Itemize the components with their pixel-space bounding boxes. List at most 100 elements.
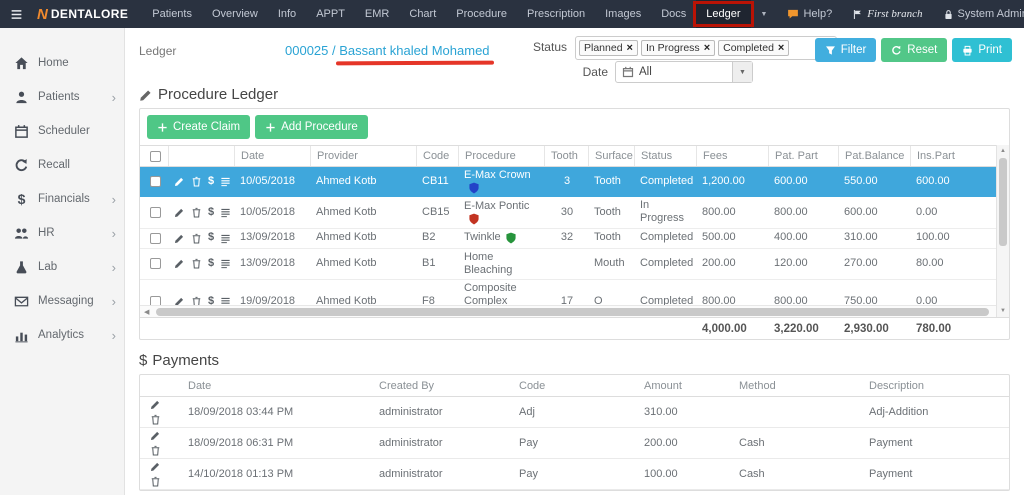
total-pat-balance: 2,930.00 [838, 323, 910, 335]
sidebar-toggle-icon[interactable] [0, 0, 33, 28]
delete-icon[interactable] [191, 176, 202, 188]
cell-provider: Ahmed Kotb [310, 204, 416, 221]
nav-item-overview[interactable]: Overview [202, 0, 268, 28]
cell-code: B1 [416, 255, 458, 272]
payment-icon[interactable]: $ [208, 206, 214, 218]
delete-icon[interactable] [191, 258, 202, 270]
row-checkbox[interactable] [150, 207, 161, 218]
reset-button[interactable]: Reset [881, 38, 947, 62]
nav-item-info[interactable]: Info [268, 0, 306, 28]
table-row[interactable]: $ 19/09/2018 Ahmed Kotb F8 Composite Com… [140, 280, 1009, 305]
sidebar-item-hr[interactable]: HR› [0, 216, 124, 250]
edit-icon[interactable] [174, 258, 185, 270]
sidebar-item-financials[interactable]: $Financials› [0, 182, 124, 216]
scroll-left-icon[interactable]: ◀ [144, 308, 149, 316]
nav-item-procedure[interactable]: Procedure [446, 0, 517, 28]
edit-icon[interactable] [149, 399, 161, 411]
nav-item-chart[interactable]: Chart [399, 0, 446, 28]
remove-tag-icon[interactable]: × [627, 43, 633, 54]
table-row[interactable]: $ 10/05/2018 Ahmed Kotb CB15 E-Max Ponti… [140, 197, 1009, 228]
payment-icon[interactable]: $ [208, 176, 214, 188]
payment-icon[interactable]: $ [208, 258, 214, 270]
edit-icon[interactable] [149, 461, 161, 473]
user-menu[interactable]: System Administrator▼ [933, 0, 1024, 28]
create-claim-button[interactable]: Create Claim [147, 115, 250, 139]
table-row[interactable]: $ 13/09/2018 Ahmed Kotb B1 Home Bleachin… [140, 249, 1009, 280]
nav-item-images[interactable]: Images [595, 0, 651, 28]
details-icon[interactable] [220, 295, 231, 305]
cell-date: 13/09/2018 [234, 255, 310, 272]
table-row[interactable]: $ 10/05/2018 Ahmed Kotb CB11 E-Max Crown… [140, 167, 1009, 197]
scroll-down-icon[interactable]: ▼ [997, 308, 1009, 314]
status-tag-completed[interactable]: Completed× [718, 40, 789, 56]
select-all-checkbox[interactable] [150, 151, 161, 162]
print-button[interactable]: Print [952, 38, 1012, 62]
nav-item-emr[interactable]: EMR [355, 0, 399, 28]
edit-icon[interactable] [174, 206, 185, 218]
column-header-pat-balance: Pat.Balance [838, 146, 910, 166]
delete-icon[interactable] [149, 476, 161, 488]
column-header-code: Code [416, 146, 458, 166]
payment-icon[interactable]: $ [208, 232, 214, 244]
column-header-description: Description [865, 375, 1009, 396]
horizontal-scroll-thumb[interactable] [156, 308, 989, 316]
details-icon[interactable] [220, 258, 231, 270]
status-filter-input[interactable]: Planned× In Progress× Completed× [575, 36, 837, 60]
date-filter-select[interactable]: All ▼ [615, 61, 753, 83]
help-menu[interactable]: Help? [777, 0, 842, 28]
edit-icon[interactable] [174, 232, 185, 244]
row-checkbox[interactable] [150, 258, 161, 269]
edit-icon[interactable] [149, 430, 161, 442]
nav-item-ledger[interactable]: Ledger [696, 0, 750, 28]
nav-item-appt[interactable]: APPT [306, 0, 355, 28]
remove-tag-icon[interactable]: × [778, 43, 784, 54]
delete-icon[interactable] [149, 414, 161, 426]
sidebar-item-label: Scheduler [38, 125, 90, 137]
nav-item-patients[interactable]: Patients [142, 0, 202, 28]
details-icon[interactable] [220, 176, 231, 188]
sidebar-item-scheduler[interactable]: Scheduler [0, 114, 124, 148]
edit-icon[interactable] [174, 295, 185, 305]
row-checkbox[interactable] [150, 296, 161, 305]
scroll-up-icon[interactable]: ▲ [997, 148, 1009, 154]
sidebar-item-lab[interactable]: Lab› [0, 250, 124, 284]
cell-provider: Ahmed Kotb [310, 229, 416, 246]
edit-icon[interactable] [174, 176, 185, 188]
sidebar-item-patients[interactable]: Patients› [0, 80, 124, 114]
details-icon[interactable] [220, 206, 231, 218]
details-icon[interactable] [220, 232, 231, 244]
remove-tag-icon[interactable]: × [704, 43, 710, 54]
row-checkbox[interactable] [150, 233, 161, 244]
filter-button[interactable]: Filter [815, 38, 877, 62]
nav-item-prescription[interactable]: Prescription [517, 0, 595, 28]
chevron-down-icon[interactable]: ▼ [732, 62, 752, 82]
add-procedure-button[interactable]: Add Procedure [255, 115, 368, 139]
row-checkbox[interactable] [150, 176, 161, 187]
status-tag-planned[interactable]: Planned× [579, 40, 638, 56]
delete-icon[interactable] [191, 295, 202, 305]
people-icon [14, 226, 29, 241]
delete-icon[interactable] [191, 206, 202, 218]
payment-row[interactable]: 18/09/2018 06:31 PM administrator Pay 20… [140, 428, 1009, 459]
sidebar-item-analytics[interactable]: Analytics› [0, 318, 124, 352]
payment-icon[interactable]: $ [208, 295, 214, 305]
delete-icon[interactable] [149, 445, 161, 457]
status-tag-in-progress[interactable]: In Progress× [641, 40, 715, 56]
column-header-procedure: Procedure [458, 146, 544, 166]
table-row[interactable]: $ 13/09/2018 Ahmed Kotb B2 Twinkle 32 To… [140, 229, 1009, 249]
sidebar-item-recall[interactable]: Recall [0, 148, 124, 182]
column-header-tooth: Tooth [544, 146, 588, 166]
dollar-icon: $ [139, 352, 147, 369]
sidebar-item-messaging[interactable]: Messaging› [0, 284, 124, 318]
vertical-scroll-thumb[interactable] [999, 158, 1007, 246]
nav-item-docs[interactable]: Docs [651, 0, 696, 28]
nav-more-caret[interactable]: ▼ [751, 0, 778, 28]
delete-icon[interactable] [191, 232, 202, 244]
cell-fees: 1,200.00 [696, 173, 768, 190]
branch-menu[interactable]: First branch [842, 0, 932, 28]
sidebar-item-home[interactable]: Home [0, 46, 124, 80]
brand-logo[interactable]: N DENTALORE [33, 0, 142, 28]
payment-row[interactable]: 14/10/2018 01:13 PM administrator Pay 10… [140, 459, 1009, 490]
payment-row[interactable]: 18/09/2018 03:44 PM administrator Adj 31… [140, 397, 1009, 428]
patient-link[interactable]: 000025 / Bassant khaled Mohamed [285, 43, 490, 58]
